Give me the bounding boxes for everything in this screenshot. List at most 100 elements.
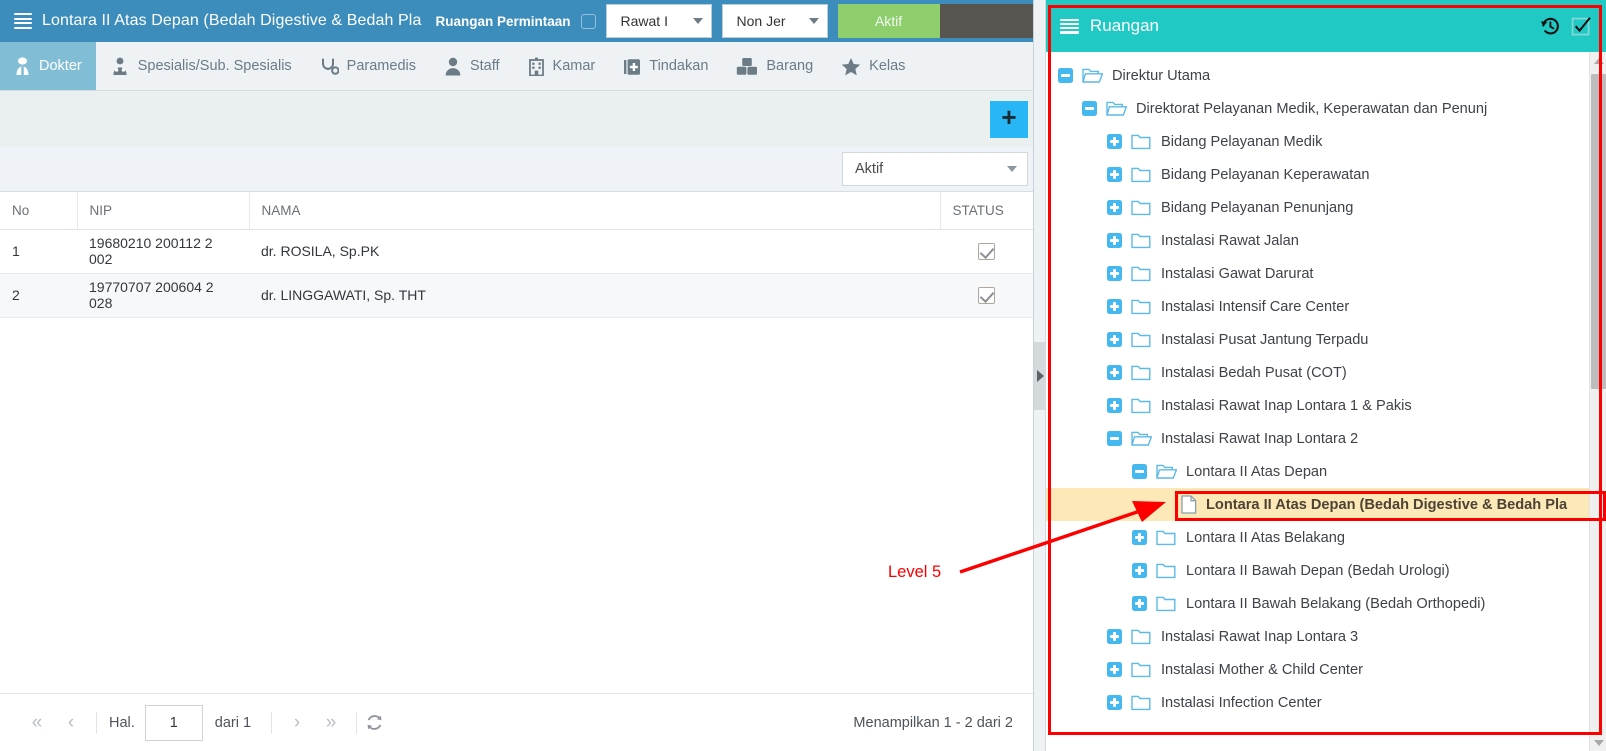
tree-node-selected[interactable]: Lontara II Atas Depan (Bedah Digestive &… — [1046, 488, 1606, 521]
scroll-down-button[interactable] — [1590, 734, 1606, 751]
cell-nip: 19680210 200112 2 002 — [77, 229, 249, 274]
tab-tindakan[interactable]: Tindakan — [609, 42, 722, 90]
tab-spesialis[interactable]: Spesialis/Sub. Spesialis — [96, 42, 306, 90]
status-filter-select[interactable]: Aktif — [842, 152, 1028, 186]
tree-node[interactable]: Instalasi Pusat Jantung Terpadu — [1046, 323, 1606, 356]
tree-node[interactable]: Lontara II Bawah Depan (Bedah Urologi) — [1046, 554, 1606, 587]
tree-node[interactable]: Direktur Utama — [1046, 59, 1606, 92]
expand-toggle-plus-icon[interactable] — [1132, 596, 1147, 611]
collapse-toggle-minus-icon[interactable] — [1107, 431, 1122, 446]
collapse-panel-handle[interactable] — [1034, 342, 1046, 410]
column-header-nip[interactable]: NIP — [76, 192, 249, 230]
expand-toggle-plus-icon[interactable] — [1107, 398, 1122, 413]
class-type-select[interactable]: Non Jer — [721, 4, 828, 38]
expand-toggle-plus-icon[interactable] — [1107, 299, 1122, 314]
column-header-no[interactable]: No — [0, 192, 77, 230]
column-header-status[interactable]: STATUS — [939, 192, 1033, 230]
status-checkbox[interactable] — [978, 286, 995, 304]
tab-kelas[interactable]: Kelas — [827, 42, 919, 90]
tree-node[interactable]: Bidang Pelayanan Keperawatan — [1046, 158, 1606, 191]
divider — [271, 711, 273, 734]
medkit-icon — [623, 57, 641, 76]
tree-node[interactable]: Direktorat Pelayanan Medik, Keperawatan … — [1046, 92, 1606, 125]
tab-barang[interactable]: Barang — [722, 42, 827, 90]
collapse-toggle-minus-icon[interactable] — [1132, 464, 1147, 479]
expand-toggle-plus-icon[interactable] — [1107, 200, 1122, 215]
refresh-icon[interactable] — [365, 713, 384, 732]
tree-node[interactable]: Instalasi Rawat Inap Lontara 3 — [1046, 620, 1606, 653]
tree-node[interactable]: Instalasi Bedah Pusat (COT) — [1046, 356, 1606, 389]
expand-toggle-plus-icon[interactable] — [1107, 134, 1122, 149]
request-room-checkbox[interactable] — [580, 13, 596, 29]
checkbox-check-icon[interactable] — [1570, 15, 1592, 37]
tree-node[interactable]: Instalasi Rawat Inap Lontara 2 — [1046, 422, 1606, 455]
expand-toggle-plus-icon[interactable] — [1107, 233, 1122, 248]
app-root: Lontara II Atas Depan (Bedah Digestive &… — [0, 0, 1606, 751]
tree-node[interactable]: Instalasi Mother & Child Center — [1046, 653, 1606, 686]
scroll-up-button[interactable] — [1590, 52, 1606, 69]
cell-status — [940, 229, 1033, 274]
tree-node-label: Lontara II Atas Depan (Bedah Digestive &… — [1206, 496, 1568, 513]
expand-toggle-plus-icon[interactable] — [1132, 563, 1147, 578]
tree-node[interactable]: Instalasi Intensif Care Center — [1046, 290, 1606, 323]
status-active-button[interactable]: Aktif — [837, 4, 940, 38]
status-checkbox[interactable] — [978, 242, 995, 260]
folder-icon — [1131, 133, 1152, 150]
tree-node[interactable]: Bidang Pelayanan Medik — [1046, 125, 1606, 158]
expand-toggle-plus-icon[interactable] — [1107, 629, 1122, 644]
column-header-nama[interactable]: NAMA — [248, 192, 940, 230]
tree-node-label: Instalasi Gawat Darurat — [1161, 265, 1314, 282]
cell-no: 1 — [0, 229, 77, 274]
table-row[interactable]: 2 19770707 200604 2 028 dr. LINGGAWATI, … — [0, 273, 1033, 318]
expand-toggle-plus-icon[interactable] — [1107, 365, 1122, 380]
divider — [356, 711, 358, 734]
tab-staff[interactable]: Staff — [430, 42, 514, 90]
tree-node-label: Direktur Utama — [1112, 67, 1211, 84]
panel-splitter[interactable] — [1034, 0, 1046, 751]
first-page-button[interactable]: « — [20, 706, 54, 740]
next-page-button[interactable]: › — [280, 706, 314, 740]
expand-toggle-plus-icon[interactable] — [1107, 662, 1122, 677]
tree-node-label: Bidang Pelayanan Penunjang — [1161, 199, 1354, 216]
page-number-input[interactable] — [144, 704, 203, 741]
add-button[interactable]: + — [990, 100, 1028, 138]
expand-toggle-plus-icon[interactable] — [1132, 530, 1147, 545]
scrollbar-thumb[interactable] — [1591, 74, 1606, 389]
tree-scrollbar[interactable] — [1589, 52, 1606, 751]
tree-node[interactable]: Instalasi Infection Center — [1046, 686, 1606, 719]
folder-icon — [1131, 298, 1152, 315]
cell-status — [940, 273, 1033, 318]
tree-node[interactable]: Instalasi Rawat Jalan — [1046, 224, 1606, 257]
tree-node-label: Lontara II Atas Belakang — [1186, 529, 1346, 546]
expand-toggle-plus-icon[interactable] — [1107, 167, 1122, 182]
folder-icon — [1131, 364, 1152, 381]
tree-node-label: Instalasi Pusat Jantung Terpadu — [1161, 331, 1369, 348]
room-tree-panel: Ruangan Direktur Utama Direktorat Pelaya… — [1046, 0, 1606, 751]
collapse-toggle-minus-icon[interactable] — [1058, 68, 1073, 83]
care-type-select[interactable]: Rawat I — [605, 4, 712, 38]
tab-paramedis[interactable]: Paramedis — [306, 42, 430, 90]
expand-toggle-plus-icon[interactable] — [1107, 332, 1122, 347]
tree-node[interactable]: Instalasi Gawat Darurat — [1046, 257, 1606, 290]
prev-page-button[interactable]: ‹ — [54, 706, 88, 740]
tree-node[interactable]: Lontara II Atas Belakang — [1046, 521, 1606, 554]
tree-node[interactable]: Lontara II Bawah Belakang (Bedah Orthope… — [1046, 587, 1606, 620]
tree-node[interactable]: Lontara II Atas Depan — [1046, 455, 1606, 488]
expand-toggle-plus-icon[interactable] — [1107, 266, 1122, 281]
hamburger-icon[interactable] — [14, 13, 34, 29]
history-icon[interactable] — [1539, 15, 1561, 37]
collapse-toggle-minus-icon[interactable] — [1082, 101, 1097, 116]
hamburger-icon[interactable] — [1060, 18, 1079, 34]
tab-kamar[interactable]: Kamar — [514, 42, 610, 90]
grid-toolbar: + — [0, 91, 1033, 147]
tab-dokter[interactable]: Dokter — [0, 42, 96, 90]
header-dark-button[interactable] — [939, 4, 1033, 38]
last-page-button[interactable]: » — [314, 706, 348, 740]
cell-nama: dr. ROSILA, Sp.PK — [249, 229, 940, 274]
tree-node[interactable]: Instalasi Rawat Inap Lontara 1 & Pakis — [1046, 389, 1606, 422]
tree-node[interactable]: Bidang Pelayanan Penunjang — [1046, 191, 1606, 224]
expand-toggle-plus-icon[interactable] — [1107, 695, 1122, 710]
tree-panel-header: Ruangan — [1046, 0, 1606, 52]
table-row[interactable]: 1 19680210 200112 2 002 dr. ROSILA, Sp.P… — [0, 229, 1033, 274]
cell-nip: 19770707 200604 2 028 — [77, 273, 249, 318]
